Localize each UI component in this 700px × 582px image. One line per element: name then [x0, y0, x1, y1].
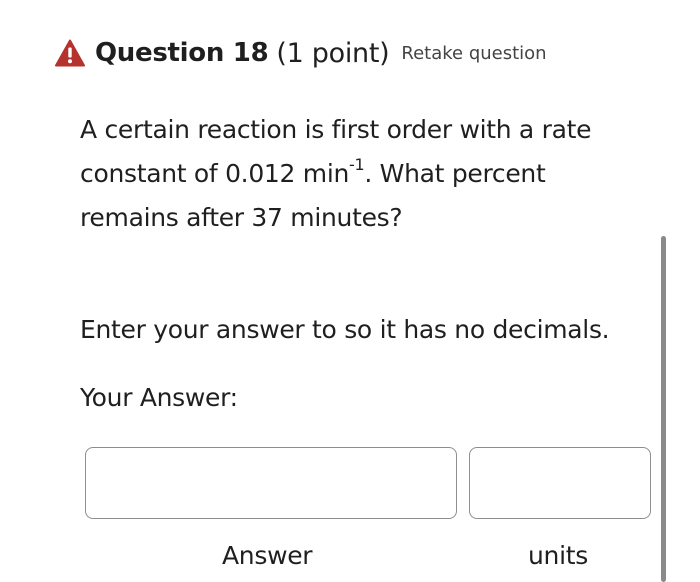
units-input[interactable] [470, 448, 650, 518]
units-field-label: units [528, 541, 588, 570]
answer-field[interactable] [85, 447, 457, 519]
retake-question-link[interactable]: Retake question [401, 43, 546, 64]
question-text: A certain reaction is first order with a… [80, 108, 640, 240]
question-title: Question 18 [95, 38, 269, 68]
vertical-scrollbar[interactable] [661, 236, 666, 582]
units-field[interactable] [469, 447, 651, 519]
warning-icon [55, 39, 85, 67]
answer-instruction: Enter your answer to so it has no decima… [80, 315, 610, 344]
your-answer-label: Your Answer: [80, 383, 238, 412]
answer-input[interactable] [86, 448, 456, 518]
exponent-superscript: -1 [349, 155, 365, 174]
answer-field-label: Answer [222, 541, 313, 570]
question-points: (1 point) [276, 37, 390, 69]
question-header: Question 18 (1 point) Retake question [55, 30, 547, 76]
